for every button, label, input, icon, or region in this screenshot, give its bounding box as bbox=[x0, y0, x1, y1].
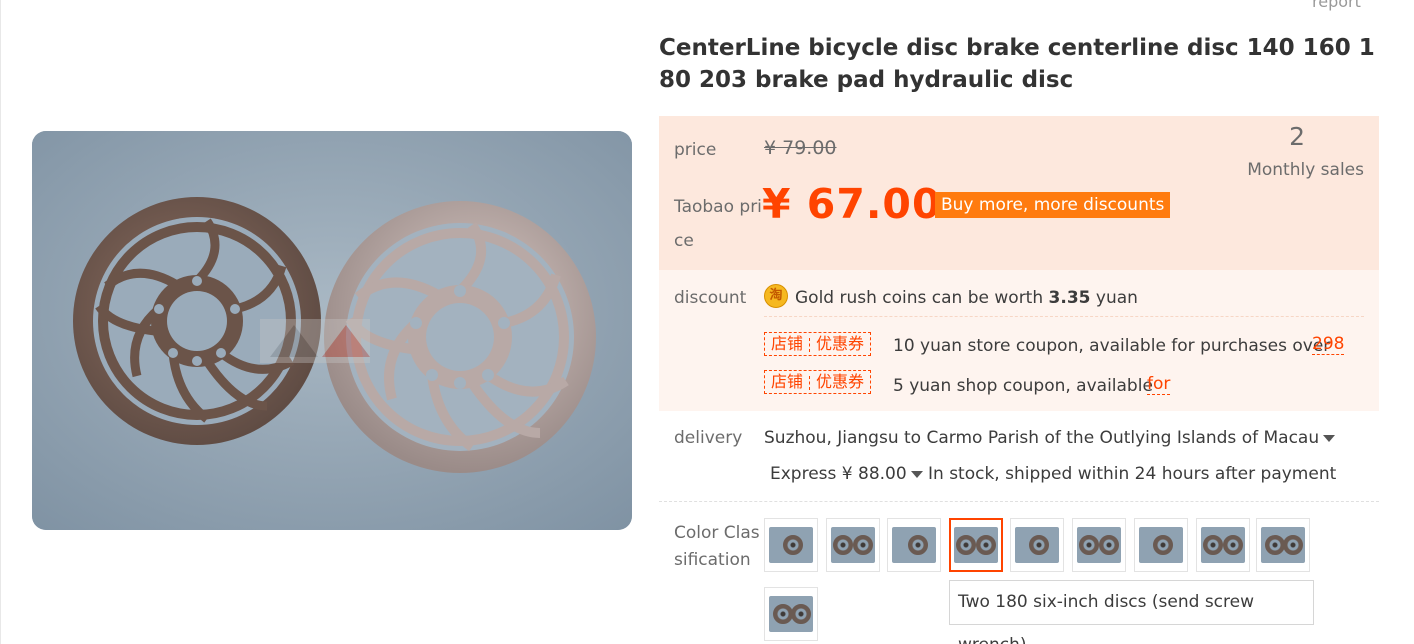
coupon-link[interactable]: for bbox=[1147, 374, 1171, 395]
delivery-label: delivery bbox=[674, 428, 743, 448]
store-coupon-tag[interactable]: 店铺 优惠券 bbox=[764, 332, 872, 356]
coin-offer-text: Gold rush coins can be worth 3.35 yuan bbox=[795, 288, 1138, 308]
sku-option[interactable] bbox=[1196, 518, 1250, 572]
chevron-down-icon bbox=[910, 470, 923, 478]
sku-option[interactable] bbox=[764, 587, 818, 641]
report-link[interactable]: report bbox=[1312, 0, 1361, 11]
taobao-price-label: Taobao price bbox=[674, 197, 762, 251]
sku-thumbnail bbox=[1077, 527, 1121, 563]
coin-value: 3.35 bbox=[1048, 288, 1091, 308]
sku-label: Color Classification bbox=[674, 523, 760, 570]
sku-thumbnail bbox=[1015, 527, 1059, 563]
section-divider bbox=[659, 501, 1379, 502]
coupon-link[interactable]: 298 bbox=[1312, 334, 1345, 355]
monthly-sales-count: 2 bbox=[1289, 122, 1305, 151]
store-coupon-tag[interactable]: 店铺 优惠券 bbox=[764, 370, 872, 394]
chevron-down-icon bbox=[1323, 434, 1336, 442]
express-fee-select[interactable]: Express ¥ 88.00 bbox=[770, 464, 923, 484]
sku-thumbnail bbox=[892, 527, 936, 563]
sku-thumbnail bbox=[769, 527, 813, 563]
sku-option[interactable] bbox=[1134, 518, 1188, 572]
coupon-text: 5 yuan shop coupon, available bbox=[893, 376, 1153, 396]
discount-panel: discount 淘 Gold rush coins can be worth … bbox=[659, 270, 1379, 411]
sku-option-selected[interactable] bbox=[949, 518, 1003, 572]
discount-label: discount bbox=[674, 288, 747, 308]
sku-option[interactable] bbox=[1072, 518, 1126, 572]
sku-option[interactable] bbox=[1010, 518, 1064, 572]
current-price: ¥ 67.00 bbox=[762, 180, 942, 228]
sku-option[interactable] bbox=[826, 518, 880, 572]
page-left-border bbox=[0, 0, 1, 644]
promo-badge[interactable]: Buy more, more discounts bbox=[935, 192, 1171, 218]
sku-thumbnail bbox=[954, 527, 998, 563]
discount-divider bbox=[764, 316, 1364, 317]
delivery-route-select[interactable]: Suzhou, Jiangsu to Carmo Parish of the O… bbox=[764, 428, 1336, 448]
original-price: ¥ 79.00 bbox=[764, 137, 837, 159]
sku-thumbnail bbox=[1139, 527, 1183, 563]
stock-status: In stock, shipped within 24 hours after … bbox=[928, 464, 1337, 484]
sku-option[interactable] bbox=[1256, 518, 1310, 572]
sku-thumbnail bbox=[1201, 527, 1245, 563]
product-title: CenterLine bicycle disc brake centerline… bbox=[659, 35, 1375, 93]
main-product-image[interactable] bbox=[32, 131, 632, 530]
price-label: price bbox=[674, 140, 717, 160]
sku-option[interactable] bbox=[887, 518, 941, 572]
taobao-coin-icon: 淘 bbox=[764, 284, 788, 308]
sku-thumbnail bbox=[831, 527, 875, 563]
price-panel: price ¥ 79.00 Taobao price ¥ 67.00 Buy m… bbox=[659, 116, 1379, 270]
coupon-text: 10 yuan store coupon, available for purc… bbox=[893, 336, 1331, 356]
sku-option[interactable] bbox=[764, 518, 818, 572]
sku-thumbnail bbox=[769, 596, 813, 632]
monthly-sales-label: Monthly sales bbox=[1247, 160, 1364, 180]
sku-thumbnail bbox=[1261, 527, 1305, 563]
sku-tooltip: Two 180 six-inch discs (send screw wrenc… bbox=[949, 580, 1314, 644]
